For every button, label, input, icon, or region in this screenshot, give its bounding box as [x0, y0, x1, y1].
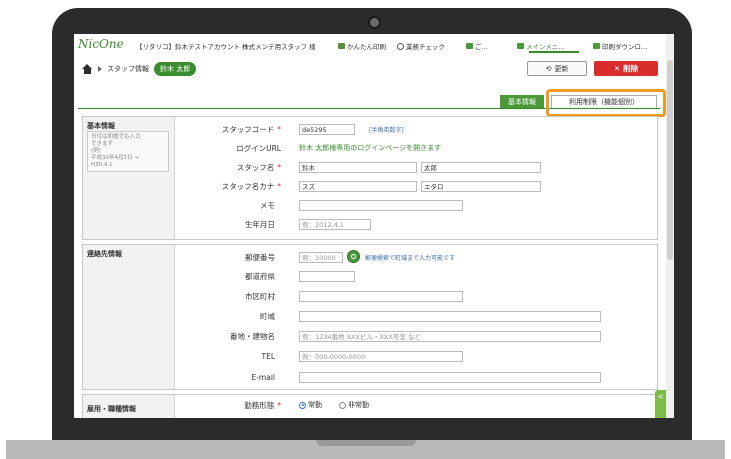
section-contact-info: 連絡先情報 郵便番号 例：10000 郵便検索で町域まで入力可能です 都道府県 … [82, 244, 658, 390]
nav-work-check[interactable]: 業務チェック [397, 41, 445, 51]
city-input[interactable] [299, 290, 463, 302]
zip-hint: 郵便検索で町域まで入力可能です [365, 254, 456, 262]
nav-print-download[interactable]: 印刷ダウンロ… [593, 41, 648, 51]
breadcrumb-current: 鈴木 太郎 [154, 62, 197, 76]
active-nav-indicator [529, 51, 579, 53]
required-mark: * [277, 162, 281, 172]
scrollbar-thumb[interactable] [667, 60, 673, 260]
nav-main-menu[interactable]: メインメニ… [517, 41, 565, 51]
row-prefecture: 都道府県 [83, 270, 653, 282]
account-name: 【リタリコ】鈴木テストアカウント 株式メンテ用スタッフ 様 [136, 43, 316, 51]
last-name-input[interactable]: 鈴木 [299, 161, 417, 173]
row-login-url: ログインURL 鈴木 太郎様専用のログインページを開きます [83, 142, 653, 154]
row-address: 番地・建物名 例：1234番地 XXXビル・XXX号室 など [83, 330, 653, 342]
birthdate-input[interactable]: 例：2012.4.1 [299, 218, 371, 230]
staff-code-hint: [半角英数字] [369, 126, 404, 134]
bars-icon [593, 43, 600, 49]
row-town: 町域 [83, 310, 653, 322]
field-label: TEL [261, 351, 276, 361]
app-logo[interactable]: NicOne [78, 37, 124, 51]
side-panel-toggle[interactable]: < [655, 390, 666, 418]
first-name-input[interactable]: 太郎 [421, 161, 541, 173]
chevron-right-icon [98, 66, 102, 72]
field-label: E-mail [251, 372, 275, 382]
row-birthdate: 生年月日 例：2012.4.1 [83, 218, 653, 230]
row-zip: 郵便番号 例：10000 郵便検索で町域まで入力可能です [83, 250, 653, 263]
home-icon[interactable] [82, 64, 93, 74]
bars-icon [517, 43, 524, 49]
nav-easy-print[interactable]: かんたん印刷 [338, 41, 386, 51]
zip-input[interactable]: 例：10000 [299, 251, 343, 263]
top-bar: NicOne 【リタリコ】鈴木テストアカウント 株式メンテ用スタッフ 様 かんた… [74, 34, 674, 56]
row-staff-code: スタッフコード * de5295 [半角英数字] [83, 123, 653, 135]
section-basic-info: 基本情報 日付は和暦でも入力 できます (例) 平成30年4月1日 → H30.… [82, 116, 658, 240]
row-memo: メモ [83, 199, 653, 211]
staff-code-input[interactable]: de5295 [299, 123, 355, 135]
row-staff-name: スタッフ名 * 鈴木 太郎 [83, 161, 653, 173]
info-icon [397, 42, 404, 50]
bars-icon [466, 43, 473, 49]
required-mark: * [277, 181, 281, 191]
field-label: スタッフ名カナ [221, 181, 275, 191]
row-work-style: 勤務形態 * 常勤 非常勤 [83, 399, 653, 411]
memo-input[interactable] [299, 199, 463, 211]
nav-menu-1[interactable]: ご… [466, 41, 488, 51]
section-employment-info: 雇用・職種情報 勤務形態 * 常勤 非常勤 [82, 394, 658, 418]
address-input[interactable]: 例：1234番地 XXXビル・XXX号室 など [299, 330, 601, 342]
radio-full-time[interactable]: 常勤 [299, 400, 322, 410]
field-label: 町域 [260, 311, 275, 321]
email-input[interactable] [299, 371, 601, 383]
radio-unselected-icon [339, 401, 346, 409]
field-label: スタッフ名 [236, 162, 275, 172]
app-screen: NicOne 【リタリコ】鈴木テストアカウント 株式メンテ用スタッフ 様 かんた… [74, 34, 674, 418]
row-email: E-mail [83, 371, 653, 383]
field-label: 市区町村 [245, 291, 275, 301]
radio-selected-icon [299, 401, 306, 409]
update-button[interactable]: ⟲ 更新 [527, 61, 587, 76]
delete-button[interactable]: ✕ 削除 [594, 61, 658, 76]
field-label: 郵便番号 [245, 252, 275, 262]
close-icon: ✕ [613, 64, 621, 73]
required-mark: * [277, 124, 281, 134]
row-staff-kana: スタッフ名カナ * スズ エタロ [83, 180, 653, 192]
field-label: 勤務形態 [244, 400, 275, 410]
radio-part-time[interactable]: 非常勤 [339, 400, 369, 410]
laptop-base-notch [316, 440, 416, 446]
first-kana-input[interactable]: エタロ [421, 180, 541, 192]
field-label: スタッフコード [221, 124, 275, 134]
zip-search-icon[interactable] [347, 250, 360, 263]
last-kana-input[interactable]: スズ [299, 180, 417, 192]
field-label: 都道府県 [245, 271, 275, 281]
breadcrumb-staff-info[interactable]: スタッフ情報 [107, 64, 149, 74]
printer-icon [338, 43, 345, 49]
required-mark: * [277, 400, 281, 410]
tel-input[interactable]: 例：000-0000-0000 [299, 350, 463, 362]
field-label: ログインURL [236, 143, 281, 153]
tab-basic-info[interactable]: 基本情報 [500, 95, 544, 108]
breadcrumb: スタッフ情報 鈴木 太郎 [82, 62, 197, 76]
town-input[interactable] [299, 310, 601, 322]
field-label: 番地・建物名 [230, 331, 275, 341]
camera-icon [368, 16, 381, 29]
refresh-icon: ⟲ [545, 64, 552, 73]
field-label: メモ [260, 200, 275, 210]
field-label: 生年月日 [245, 219, 275, 229]
login-url-link[interactable]: 鈴木 太郎様専用のログインページを開きます [299, 143, 441, 153]
row-tel: TEL 例：000-0000-0000 [83, 350, 653, 362]
prefecture-input[interactable] [299, 270, 355, 282]
row-city: 市区町村 [83, 290, 653, 302]
highlight-box [546, 89, 666, 117]
